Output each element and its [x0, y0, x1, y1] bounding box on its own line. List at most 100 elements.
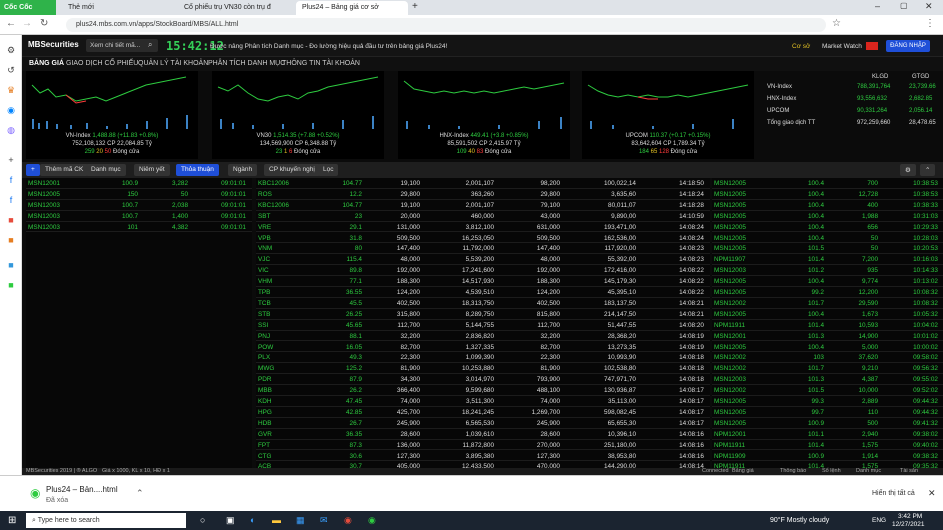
show-all-button[interactable]: Hiển thị tất cả: [872, 490, 915, 497]
table-row[interactable]: PLX 49.3 22,300 1,099,390 22,300 10,993,90 14:…: [256, 352, 710, 364]
menu-icon[interactable]: ⋮: [925, 18, 935, 29]
table-row[interactable]: VHM 77.1 188,300 14,517,930 188,300 145,179,3…: [256, 276, 710, 287]
table-row[interactable]: STB 26.25 315,800 8,289,750 815,800 214,147,5…: [256, 309, 710, 320]
table-row[interactable]: NPM11907 101.4 7,200 10:16:03: [712, 254, 943, 266]
table-row[interactable]: MSN12002 103 37,620 09:58:02: [712, 352, 943, 364]
listed-dropdown[interactable]: Niêm yết: [134, 164, 170, 176]
add-icon[interactable]: +: [4, 155, 18, 167]
forward-icon[interactable]: →: [22, 18, 32, 29]
table-row[interactable]: POW 16.05 82,700 1,327,335 82,700 13,273,35 14…: [256, 342, 710, 353]
table-row[interactable]: KBC12006 104.77 19,100 2,001,107 98,200 100,0…: [256, 178, 710, 189]
url-input[interactable]: plus24.mbs.com.vn/apps/StockBoard/MBS/AL…: [66, 18, 826, 32]
table-row[interactable]: MSN12005 99.2 12,200 10:08:32: [712, 287, 943, 298]
browser-logo[interactable]: Cốc Cốc: [0, 0, 56, 15]
table-row[interactable]: MSN12003 100.7 1,400 09:01:01: [26, 211, 252, 222]
table-row[interactable]: MSN12005 100.4 400 10:38:33: [712, 200, 943, 211]
index-chart-vnindex[interactable]: VN-Index 1,488.88 (+11.83 +0.8%) 752,108…: [26, 71, 198, 159]
table-row[interactable]: NPM11909 100.9 1,914 09:38:32: [712, 451, 943, 462]
add-icon[interactable]: +: [26, 164, 40, 176]
table-row[interactable]: VRE 29.1 131,000 3,812,100 631,000 193,471,00…: [256, 222, 710, 233]
chevron-up-icon[interactable]: ⌃: [136, 488, 144, 499]
tab-new[interactable]: Thẻ mới: [62, 1, 172, 15]
folder-icon[interactable]: ▬: [272, 515, 281, 525]
search-icon[interactable]: ⌕: [148, 40, 152, 50]
settings-icon[interactable]: ⚙: [4, 45, 18, 57]
minimize-icon[interactable]: –: [875, 1, 880, 11]
status-price-board[interactable]: Bảng giá: [732, 468, 754, 474]
windows-start-icon[interactable]: ⊞: [8, 515, 16, 526]
back-icon[interactable]: ←: [6, 18, 16, 29]
table-row[interactable]: ACB 30.7 405,000 12,433,500 470,000 144,290,0…: [256, 461, 710, 468]
index-chart-vn30[interactable]: VN30 1,514.35 (+7.88 +0.52%) 134,569,900…: [212, 71, 384, 159]
app-icon-green[interactable]: ■: [4, 280, 18, 292]
close-icon[interactable]: ✕: [925, 1, 933, 12]
reload-icon[interactable]: ↻: [40, 18, 48, 29]
table-row[interactable]: MWG 125.2 81,900 10,253,880 81,900 102,538,80…: [256, 363, 710, 375]
table-row[interactable]: TPB 36.55 124,200 4,539,510 124,200 45,395,10…: [256, 287, 710, 298]
weather-widget[interactable]: 90°F Mostly cloudy: [770, 517, 829, 524]
mail-icon[interactable]: ✉: [320, 515, 328, 526]
filter-dropdown[interactable]: Lọc: [318, 164, 339, 176]
table-row[interactable]: TCB 45.5 402,500 18,313,750 402,500 183,137,5…: [256, 298, 710, 309]
nav-portfolio-analysis[interactable]: PHÂN TÍCH DANH MỤC: [208, 60, 285, 67]
table-row[interactable]: GVR 36.35 28,600 1,039,610 28,600 10,396,10 14…: [256, 429, 710, 440]
chrome-icon[interactable]: ◉: [344, 515, 352, 526]
nav-trading[interactable]: GIAO DỊCH CỔ PHIẾU: [66, 60, 138, 67]
history-icon[interactable]: ↺: [4, 65, 18, 77]
table-row[interactable]: MSN12002 101.7 29,590 10:08:32: [712, 298, 943, 309]
gear-icon[interactable]: ⚙: [900, 164, 916, 176]
tab-plus24[interactable]: Plus24 – Bảng giá cơ sở: [296, 1, 408, 15]
table-row[interactable]: NPM11911 101.4 1,575 09:35:32: [712, 461, 943, 468]
table-row[interactable]: VPB 31.8 509,500 16,253,050 509,500 162,536,0…: [256, 233, 710, 244]
market-watch-link[interactable]: Market Watch: [822, 43, 862, 50]
nav-account-mgmt[interactable]: QUẢN LÝ TÀI KHOẢN: [138, 60, 208, 67]
status-notifications[interactable]: Thông báo: [780, 468, 806, 474]
recommended-dropdown[interactable]: CP khuyến nghị: [264, 164, 320, 176]
table-row[interactable]: MSN12005 100.4 1,988 10:31:03: [712, 211, 943, 222]
chat-icon[interactable]: ◍: [4, 125, 18, 137]
table-row[interactable]: HPG 42.85 425,700 18,241,245 1,269,700 598,08…: [256, 407, 710, 418]
table-row[interactable]: NPM11911 101.4 10,593 10:04:02: [712, 320, 943, 331]
table-row[interactable]: MSN12001 101.3 14,900 10:01:02: [712, 331, 943, 342]
table-row[interactable]: CTG 30.6 127,300 3,895,380 127,300 38,953,80 1…: [256, 451, 710, 462]
language-indicator[interactable]: ENG: [872, 517, 886, 524]
store-icon[interactable]: ▦: [296, 515, 305, 526]
table-row[interactable]: MSN12005 99.7 110 09:44:32: [712, 407, 943, 418]
add-stock-button[interactable]: Thêm mã CK: [40, 164, 89, 176]
chevron-up-icon[interactable]: ⌃: [920, 164, 936, 176]
putthrough-dropdown[interactable]: Thỏa thuận: [176, 164, 219, 176]
table-row[interactable]: PDR 87.9 34,300 3,014,970 793,900 747,971,70 1…: [256, 374, 710, 386]
sector-dropdown[interactable]: Ngành: [228, 164, 258, 176]
clock-time[interactable]: 3:42 PM: [898, 513, 922, 520]
tab-vn30[interactable]: Cổ phiếu trụ VN30 còn trụ đ: [178, 1, 290, 15]
login-button[interactable]: ĐĂNG NHẬP: [886, 40, 930, 52]
status-assets[interactable]: Tài sản: [900, 468, 918, 474]
nav-account-info[interactable]: THÔNG TIN TÀI KHOẢN: [282, 60, 360, 67]
table-row[interactable]: ROS 12.2 29,800 363,260 29,800 3,635,60 14:18:…: [256, 189, 710, 200]
messenger-icon[interactable]: ◉: [4, 105, 18, 117]
table-row[interactable]: FPT 87.3 136,000 11,872,800 270,000 251,180,0…: [256, 440, 710, 451]
clock-date[interactable]: 12/27/2021: [892, 521, 925, 528]
table-row[interactable]: SSI 45.65 112,700 5,144,755 112,700 51,447,55…: [256, 320, 710, 331]
index-chart-upcom[interactable]: UPCOM 110.37 (+0.17 +0.15%) 83,642,604 C…: [582, 71, 754, 159]
table-row[interactable]: HDB 26.7 245,900 6,565,530 245,900 65,655,30 1…: [256, 418, 710, 429]
maximize-icon[interactable]: ▢: [900, 1, 908, 10]
table-row[interactable]: MSN12002 101.5 10,000 09:52:02: [712, 385, 943, 396]
nav-price-board[interactable]: BẢNG GIÁ: [29, 60, 64, 67]
task-view-icon[interactable]: ○: [200, 515, 205, 525]
table-row[interactable]: MSN12005 150 50 09:01:01: [26, 189, 252, 200]
table-row[interactable]: MSN12005 100.4 1,673 10:05:32: [712, 309, 943, 320]
status-portfolio[interactable]: Danh mục: [856, 468, 881, 474]
table-row[interactable]: PNJ 88.1 32,200 2,836,820 32,200 28,368,20 14:…: [256, 331, 710, 342]
account-type[interactable]: Cơ sở: [792, 43, 810, 50]
app-icon-orange[interactable]: ■: [4, 235, 18, 247]
table-row[interactable]: MSN12003 101.3 4,387 09:55:02: [712, 374, 943, 386]
table-row[interactable]: VJC 115.4 48,000 5,539,200 48,000 55,392,00 14…: [256, 254, 710, 266]
download-filename[interactable]: Plus24 – Bản....html: [46, 485, 118, 494]
table-row[interactable]: MSN12005 101.5 50 10:20:53: [712, 243, 943, 255]
table-row[interactable]: VNM 80 147,400 11,792,000 147,400 117,920,00 1…: [256, 243, 710, 255]
flag-icon[interactable]: [866, 42, 878, 50]
table-row[interactable]: MSN12005 100.4 656 10:29:33: [712, 222, 943, 233]
table-row[interactable]: MBB 26.2 366,400 9,599,680 488,100 130,936,87…: [256, 385, 710, 396]
table-row[interactable]: MSN12005 100.4 5,000 10:00:02: [712, 342, 943, 353]
